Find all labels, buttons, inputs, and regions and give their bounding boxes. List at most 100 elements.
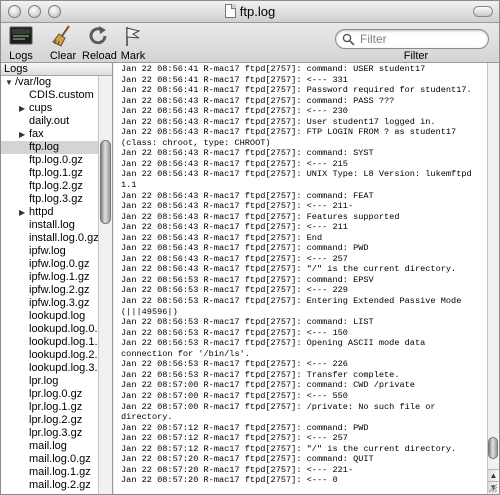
sidebar-item[interactable]: install.log.0.gz	[1, 232, 98, 245]
filter-search-field[interactable]	[335, 29, 489, 49]
sidebar-item[interactable]: daily.out	[1, 115, 98, 128]
log-line: Jan 22 08:57:12 R-mac17 ftpd[2757]: <---…	[121, 433, 348, 444]
sidebar-item[interactable]: lookupd.log.3.g	[1, 362, 98, 375]
sidebar-item-label: ipfw.log.0.gz	[29, 258, 90, 270]
log-line: Jan 22 08:56:53 R-mac17 ftpd[2757]: <---…	[121, 359, 348, 370]
log-line: Jan 22 08:57:00 R-mac17 ftpd[2757]: <---…	[121, 390, 348, 401]
log-line: Jan 22 08:57:20 R-mac17 ftpd[2757]: comm…	[121, 454, 374, 465]
sidebar-item[interactable]: CDIS.custom	[1, 89, 98, 102]
console-window: ftp.log Logs Clear Reload Mark Filter Fi…	[0, 0, 500, 495]
log-line: Jan 22 08:56:43 R-mac17 ftpd[2757]: comm…	[121, 148, 374, 159]
disclosure-closed-icon[interactable]: ▶	[19, 208, 28, 217]
sidebar-item[interactable]: lookupd.log.0.g	[1, 323, 98, 336]
log-line: Jan 22 08:57:12 R-mac17 ftpd[2757]: "/" …	[121, 443, 457, 454]
clear-button-label: Clear	[49, 50, 77, 62]
log-line: Jan 22 08:56:43 R-mac17 ftpd[2757]: <---…	[121, 222, 348, 233]
sidebar-item[interactable]: ▼/var/log	[1, 76, 98, 89]
sidebar-item[interactable]: ipfw.log.0.gz	[1, 258, 98, 271]
sidebar-item-label: lpr.log.0.gz	[29, 388, 83, 400]
sidebar-item[interactable]: ▶ fax	[1, 128, 98, 141]
sidebar-item-label: httpd	[29, 206, 54, 218]
sidebar-item-label: ftp.log.2.gz	[29, 180, 83, 192]
disclosure-closed-icon[interactable]: ▶	[19, 130, 28, 139]
log-line: Jan 22 08:56:53 R-mac17 ftpd[2757]: Tran…	[121, 369, 400, 380]
log-line: Jan 22 08:56:43 R-mac17 ftpd[2757]: comm…	[121, 95, 395, 106]
filter-label: Filter	[403, 50, 429, 62]
disclosure-open-icon[interactable]: ▼	[5, 78, 14, 87]
logs-sidebar: Logs ▼/var/log CDIS.custom ▶ cups daily.out ▶…	[1, 63, 113, 494]
log-line: Jan 22 08:56:43 R-mac17 ftpd[2757]: Feat…	[121, 211, 400, 222]
sidebar-item-label: lookupd.log	[29, 310, 86, 322]
log-scrollbar[interactable]: ▲ ▼	[487, 63, 499, 494]
log-line: Jan 22 08:56:43 R-mac17 ftpd[2757]: <---…	[121, 106, 348, 117]
sidebar-item[interactable]: lookupd.log.1.g	[1, 336, 98, 349]
sidebar-item[interactable]: lookupd.log	[1, 310, 98, 323]
sidebar-item[interactable]: ▶ httpd	[1, 206, 98, 219]
sidebar-item[interactable]: lookupd.log.2.g	[1, 349, 98, 362]
sidebar-item-label: ftp.log.0.gz	[29, 154, 83, 166]
sidebar-item-label: daily.out	[29, 115, 70, 127]
broom-icon	[52, 25, 70, 47]
scroll-up-arrow[interactable]: ▲	[488, 469, 499, 481]
sidebar-item[interactable]: lpr.log.1.gz	[1, 401, 98, 414]
sidebar-item[interactable]: install.log	[1, 219, 98, 232]
sidebar-item-label: lookupd.log.0.g	[29, 323, 98, 335]
log-line: Jan 22 08:56:43 R-mac17 ftpd[2757]: End	[121, 232, 323, 243]
sidebar-item[interactable]: ftp.log	[1, 141, 98, 154]
sidebar-item-label: ftp.log	[29, 141, 59, 153]
sidebar-item[interactable]: lpr.log.3.gz	[1, 427, 98, 440]
log-line: Jan 22 08:56:53 R-mac17 ftpd[2757]: Open…	[121, 338, 431, 359]
title-bar[interactable]: ftp.log	[1, 1, 499, 23]
sidebar-item-label: lpr.log.1.gz	[29, 401, 83, 413]
window-title: ftp.log	[239, 4, 276, 19]
log-scroll-thumb[interactable]	[488, 437, 498, 459]
sidebar-item[interactable]: lpr.log.0.gz	[1, 388, 98, 401]
reload-icon	[89, 26, 107, 45]
sidebar-item[interactable]: ftp.log.2.gz	[1, 180, 98, 193]
sidebar-item[interactable]: ipfw.log.1.gz	[1, 271, 98, 284]
sidebar-item[interactable]: mail.log	[1, 440, 98, 453]
sidebar-item-label: lookupd.log.3.g	[29, 362, 98, 374]
sidebar-item[interactable]: ftp.log.3.gz	[1, 193, 98, 206]
log-line: Jan 22 08:56:43 R-mac17 ftpd[2757]: comm…	[121, 243, 369, 254]
sidebar-item-label: mail.log.2.gz	[29, 479, 91, 491]
sidebar-item[interactable]: mail.log.0.gz	[1, 453, 98, 466]
sidebar-item[interactable]: mail.log.2.gz	[1, 479, 98, 492]
reload-button-label: Reload	[82, 50, 117, 62]
sidebar-item[interactable]: ftp.log.0.gz	[1, 154, 98, 167]
logs-icon	[9, 26, 33, 45]
log-line: Jan 22 08:56:43 R-mac17 ftpd[2757]: UNIX…	[121, 169, 477, 191]
sidebar-item-label: ipfw.log	[29, 245, 66, 257]
log-line: Jan 22 08:56:41 R-mac17 ftpd[2757]: comm…	[121, 64, 426, 74]
disclosure-closed-icon[interactable]: ▶	[19, 104, 28, 113]
logs-button[interactable]: Logs	[6, 23, 36, 63]
sidebar-item[interactable]: mail.log.1.gz	[1, 466, 98, 479]
mark-button[interactable]: Mark	[119, 23, 147, 63]
log-content-view[interactable]: Jan 22 08:56:41 R-mac17 ftpd[2757]: comm…	[114, 63, 487, 494]
log-line: Jan 22 08:56:43 R-mac17 ftpd[2757]: "/" …	[121, 264, 457, 275]
sidebar-item-label: cups	[29, 102, 53, 114]
sidebar-item[interactable]: lpr.log	[1, 375, 98, 388]
sidebar-item[interactable]: ipfw.log.3.gz	[1, 297, 98, 310]
sidebar-item[interactable]: ▶ cups	[1, 102, 98, 115]
sidebar-item[interactable]: ftp.log.1.gz	[1, 167, 98, 180]
reload-button[interactable]: Reload	[82, 23, 117, 63]
filter-input[interactable]	[360, 31, 484, 47]
sidebar-item[interactable]: ipfw.log.2.gz	[1, 284, 98, 297]
log-line: Jan 22 08:56:53 R-mac17 ftpd[2757]: <---…	[121, 285, 348, 296]
toolbar-toggle-button[interactable]	[473, 6, 493, 17]
resize-grip-icon[interactable]	[488, 483, 498, 493]
sidebar-item-label: ipfw.log.3.gz	[29, 297, 90, 309]
sidebar-item[interactable]: ipfw.log	[1, 245, 98, 258]
sidebar-scroll-thumb[interactable]	[100, 140, 111, 224]
sidebar-item-label: ipfw.log.2.gz	[29, 284, 90, 296]
log-line: Jan 22 08:57:00 R-mac17 ftpd[2757]: /pri…	[121, 401, 441, 423]
log-line: Jan 22 08:56:43 R-mac17 ftpd[2757]: User…	[121, 116, 436, 127]
log-line: Jan 22 08:56:53 R-mac17 ftpd[2757]: comm…	[121, 317, 374, 328]
sidebar-scrollbar[interactable]	[98, 76, 112, 494]
clear-button[interactable]: Clear	[48, 23, 78, 63]
log-line: Jan 22 08:57:00 R-mac17 ftpd[2757]: comm…	[121, 380, 415, 391]
sidebar-item[interactable]: lpr.log.2.gz	[1, 414, 98, 427]
search-icon	[342, 33, 355, 46]
logs-button-label: Logs	[9, 50, 33, 62]
